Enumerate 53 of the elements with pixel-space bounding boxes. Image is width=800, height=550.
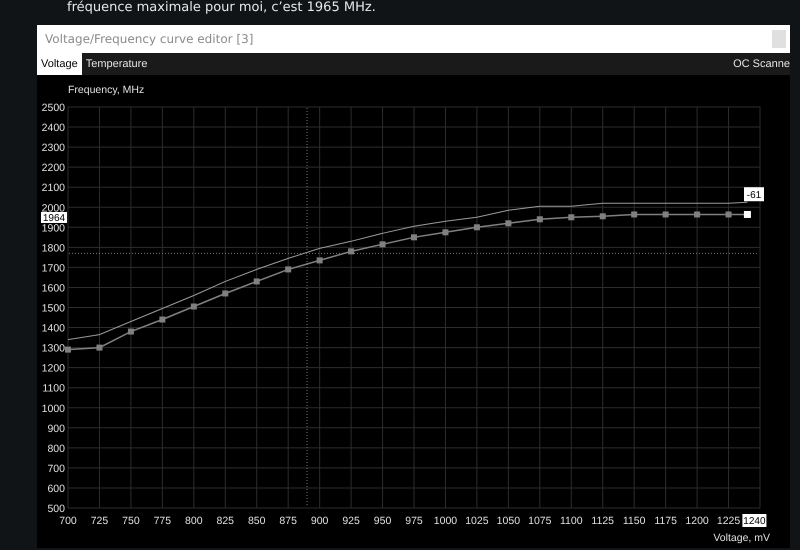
tab[interactable]: Temperature xyxy=(82,53,152,75)
x-tick-label: 975 xyxy=(405,515,423,527)
x-tick-label: 1175 xyxy=(654,515,677,527)
x-tick-label: 1125 xyxy=(591,515,614,527)
y-tick-label: 1200 xyxy=(42,362,65,375)
y-tick-label: 1000 xyxy=(42,402,65,415)
y-tick-label: 1300 xyxy=(42,342,65,355)
y-tick-label: 1900 xyxy=(42,222,65,234)
x-tick-label: 850 xyxy=(248,515,266,527)
y-tick-label: 800 xyxy=(47,442,65,455)
x-tick-label: 800 xyxy=(185,515,203,527)
frequency-marker: 1964 xyxy=(41,212,67,224)
y-tick-label: 900 xyxy=(47,422,65,435)
x-tick-label: 1025 xyxy=(465,515,489,527)
x-tick-label: 725 xyxy=(90,515,108,527)
y-tick-label: 2200 xyxy=(42,162,65,174)
x-tick-label: 700 xyxy=(59,515,77,527)
x-tick-label: 1100 xyxy=(560,515,583,527)
y-tick-label: 2000 xyxy=(42,202,65,214)
x-tick-label: 825 xyxy=(216,515,234,527)
x-tick-label: 925 xyxy=(342,515,360,527)
voltage-marker: 1240 xyxy=(742,514,766,527)
x-tick-label: 775 xyxy=(154,515,172,527)
article-text: fréquence maximale pour moi, c’est 1965 MHz. xyxy=(67,0,377,16)
offset-marker: -61 xyxy=(744,187,764,202)
x-tick-label: 750 xyxy=(122,515,140,527)
y-tick-label: 1600 xyxy=(42,282,65,294)
y-tick-label: 600 xyxy=(47,482,65,495)
x-tick-label: 1000 xyxy=(434,515,458,527)
y-tick-label: 500 xyxy=(47,503,65,515)
y-tick-label: 1100 xyxy=(42,382,65,395)
y-tick-label: 2300 xyxy=(42,142,65,154)
x-tick-label: 1200 xyxy=(685,515,709,527)
y-tick-label: 1400 xyxy=(42,322,65,335)
y-tick-label: 1800 xyxy=(42,242,65,254)
x-tick-label: 1075 xyxy=(528,515,552,527)
x-tick-label: 1225 xyxy=(716,515,740,527)
x-tick-label: 950 xyxy=(374,515,392,527)
oc-scanner-button[interactable]: OC Scanne xyxy=(729,53,790,75)
y-tick-label: 1700 xyxy=(42,262,65,274)
tab[interactable]: Voltage xyxy=(37,53,82,75)
y-tick-label: 2100 xyxy=(42,182,65,194)
x-tick-label: 900 xyxy=(310,515,328,527)
x-tick-label: 875 xyxy=(279,515,297,527)
y-axis-title: Frequency, MHz xyxy=(68,84,144,96)
x-tick-label: 1150 xyxy=(622,515,646,527)
y-tick-label: 700 xyxy=(47,462,65,475)
window-title: Voltage/Frequency curve editor [3] xyxy=(45,32,254,46)
x-axis-title: Voltage, mV xyxy=(713,532,770,544)
x-tick-label: 1050 xyxy=(496,515,520,527)
y-tick-label: 2500 xyxy=(42,102,65,114)
y-tick-label: 1500 xyxy=(42,302,65,314)
y-tick-label: 2400 xyxy=(42,122,65,134)
